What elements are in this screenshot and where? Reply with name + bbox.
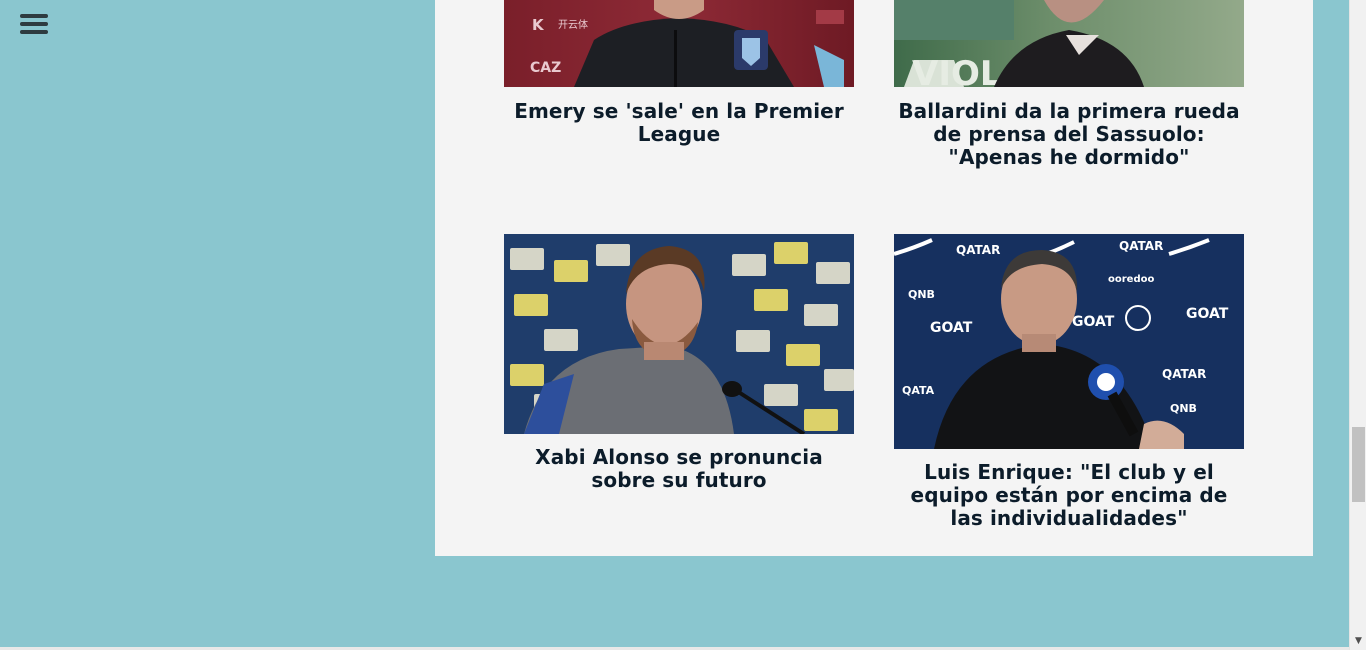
svg-text:ooredoo: ooredoo [1108,274,1154,285]
news-grid: K 开云体 CAZ Emery se 'sale' en la Premier … [435,0,1313,556]
menu-line [20,22,48,26]
svg-text:GOAT: GOAT [1072,314,1115,330]
svg-text:QATAR: QATAR [1119,239,1163,253]
article-headline[interactable]: Xabi Alonso se pronuncia sobre su futuro [504,446,854,492]
xabi-alonso-photo [504,234,854,434]
scrollbar-thumb[interactable] [1352,427,1365,502]
svg-text:QNB: QNB [908,288,935,301]
luis-enrique-photo: QATAR QATAR QNB GOAT GOAT GOAT ooredoo Q… [894,234,1244,449]
article-image[interactable]: K 开云体 CAZ [504,0,854,87]
news-card-emery[interactable]: K 开云体 CAZ Emery se 'sale' en la Premier … [504,0,854,146]
svg-text:VIOL: VIOL [912,54,1002,87]
emery-photo: K 开云体 CAZ [504,0,854,87]
article-headline[interactable]: Luis Enrique: "El club y el equipo están… [894,461,1244,530]
svg-text:QATAR: QATAR [956,243,1000,257]
svg-text:QATAR: QATAR [1162,367,1206,381]
svg-text:QATA: QATA [902,384,935,397]
page: K 开云体 CAZ Emery se 'sale' en la Premier … [0,0,1366,650]
scroll-down-arrow-icon[interactable]: ▼ [1353,636,1364,647]
news-card-luis-enrique[interactable]: QATAR QATAR QNB GOAT GOAT GOAT ooredoo Q… [894,234,1244,530]
svg-text:GOAT: GOAT [930,320,973,336]
article-image[interactable]: VIOL [894,0,1244,87]
news-card-ballardini[interactable]: VIOL Ballardini da la primera rueda de p… [894,0,1244,169]
article-headline[interactable]: Ballardini da la primera rueda de prensa… [894,100,1244,169]
svg-text:K: K [532,16,545,34]
svg-text:CAZ: CAZ [530,60,561,76]
ballardini-photo: VIOL [894,0,1244,87]
svg-text:开云体: 开云体 [558,19,588,31]
svg-text:QNB: QNB [1170,402,1197,415]
article-image[interactable]: QATAR QATAR QNB GOAT GOAT GOAT ooredoo Q… [894,234,1244,449]
news-card-xabi-alonso[interactable]: Xabi Alonso se pronuncia sobre su futuro [504,234,854,492]
vertical-scrollbar[interactable]: ▼ [1349,0,1366,650]
svg-text:GOAT: GOAT [1186,306,1229,322]
article-headline[interactable]: Emery se 'sale' en la Premier League [504,100,854,146]
menu-line [20,14,48,18]
article-image[interactable] [504,234,854,434]
menu-line [20,30,48,34]
hamburger-menu-icon[interactable] [20,14,48,36]
